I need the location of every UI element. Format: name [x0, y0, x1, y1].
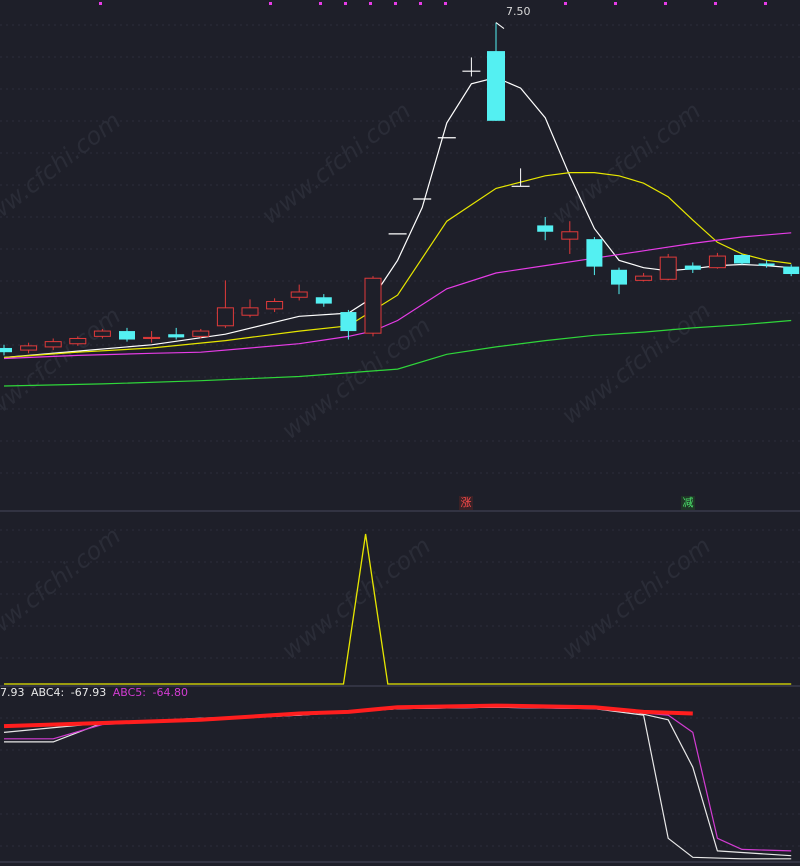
candle-body-down — [758, 263, 775, 266]
watermark-layer: www.cfchi.com www.cfchi.com www.cfchi.com w… — [0, 96, 716, 664]
top-marker-dot — [664, 2, 667, 5]
watermark-text: www.cfchi.com — [256, 96, 416, 229]
top-marker-dot — [319, 2, 322, 5]
abc-red-line — [3, 703, 693, 729]
top-marker-dot — [444, 2, 447, 5]
top-marker-dot — [344, 2, 347, 5]
candle-body-up — [44, 341, 62, 348]
candle-body-down — [487, 51, 505, 121]
candle-body-down — [537, 225, 554, 232]
candle-body-up — [143, 336, 161, 339]
candle-body-down — [684, 265, 701, 270]
candle-body-up — [635, 275, 653, 281]
candle-body-up — [69, 337, 87, 345]
candle-body-down — [340, 312, 357, 332]
peak-pointer — [495, 22, 505, 29]
candle-body-up — [290, 291, 308, 298]
candle-body-down — [0, 347, 12, 353]
legend-abc4-label: ABC4: — [31, 686, 65, 699]
candlestick-series — [0, 22, 800, 356]
candle-body-down — [586, 239, 603, 267]
watermark-text: www.cfchi.com — [556, 296, 716, 429]
candle-body-up — [216, 307, 234, 327]
jian-signal-badge: 减 — [681, 496, 695, 510]
candle-body-down — [315, 297, 332, 304]
abc-line — [3, 706, 792, 857]
peak-price-label: 7.50 — [506, 5, 531, 18]
candle-body-down — [611, 269, 627, 285]
top-marker-dot — [99, 2, 102, 5]
watermark-text: www.cfchi.com — [0, 106, 126, 239]
candle-body-up — [561, 231, 579, 240]
top-marker-dot — [614, 2, 617, 5]
candle-body-down — [168, 334, 185, 338]
candle-body-up — [93, 330, 111, 337]
watermark-text: www.cfchi.com — [0, 301, 126, 434]
top-markers — [99, 2, 767, 5]
legend-prev-value: 7.93 — [0, 686, 25, 699]
indicator-legend: 7.93 ABC4: -67.93 ABC5: -64.80 — [0, 686, 191, 704]
top-marker-dot — [714, 2, 717, 5]
candle-body-down — [119, 331, 135, 340]
top-marker-dot — [419, 2, 422, 5]
watermark-text: www.cfchi.com — [556, 531, 716, 664]
legend-abc5-value: -64.80 — [152, 686, 188, 699]
candle-body-down — [783, 266, 800, 275]
watermark-text: www.cfchi.com — [0, 521, 126, 654]
candle-body-up — [364, 277, 382, 334]
top-marker-dot — [269, 2, 272, 5]
legend-abc4-value: -67.93 — [70, 686, 107, 699]
candle-body-up — [241, 307, 259, 316]
candle-body-up — [659, 256, 677, 280]
top-marker-dot — [369, 2, 372, 5]
candle-body-up — [20, 345, 38, 351]
legend-abc5-label: ABC5: — [112, 686, 146, 699]
candle-body-up — [708, 255, 726, 269]
top-marker-dot — [764, 2, 767, 5]
stock-chart: www.cfchi.com www.cfchi.com www.cfchi.com w… — [0, 2, 800, 863]
candle-body-down — [734, 255, 750, 264]
candle-body-up — [266, 300, 284, 310]
top-marker-dot — [564, 2, 567, 5]
candle-body-up — [192, 330, 210, 337]
zhang-signal-badge: 涨 — [459, 496, 473, 510]
top-marker-dot — [394, 2, 397, 5]
